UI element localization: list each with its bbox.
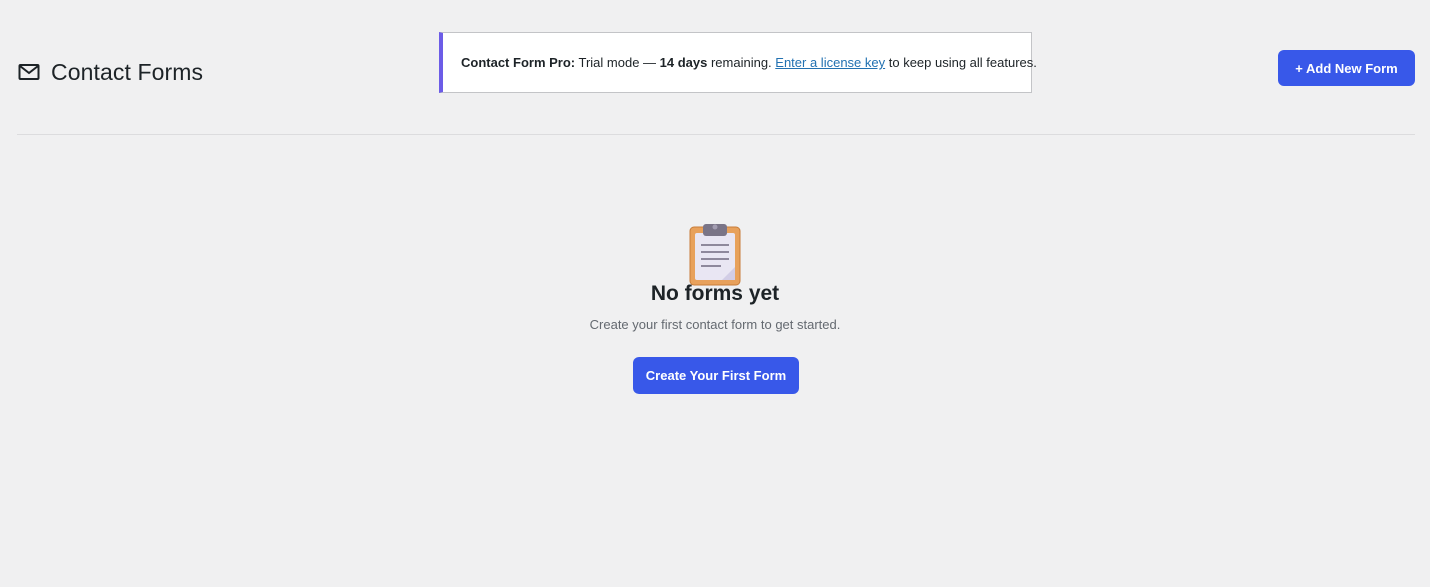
page-header: Contact Forms Contact Form Pro: Trial mo… (0, 0, 1430, 134)
page-title: Contact Forms (51, 59, 204, 85)
page: Contact Forms Contact Form Pro: Trial mo… (0, 0, 1430, 587)
notice-product: Contact Form Pro: (461, 55, 576, 70)
empty-state: No forms yet Create your first contact f… (0, 222, 1430, 394)
title-group: Contact Forms (18, 58, 203, 86)
create-first-form-button[interactable]: Create Your First Form (633, 357, 799, 394)
empty-state-subtitle: Create your first contact form to get st… (589, 317, 841, 332)
clipboard-icon (688, 222, 742, 286)
empty-state-title: No forms yet (650, 282, 780, 305)
header-divider (17, 134, 1415, 135)
notice-text-before: Trial mode — (575, 55, 660, 70)
notice-text-middle: remaining. (707, 55, 776, 70)
add-new-form-button[interactable]: + Add New Form (1278, 50, 1415, 86)
mail-icon (18, 63, 40, 81)
trial-notice: Contact Form Pro: Trial mode — 14 days r… (439, 32, 1037, 93)
license-key-link[interactable]: Enter a license key (775, 55, 885, 70)
notice-days: 14 days (659, 55, 708, 70)
notice-text-after: to keep using all features. (885, 55, 1037, 70)
